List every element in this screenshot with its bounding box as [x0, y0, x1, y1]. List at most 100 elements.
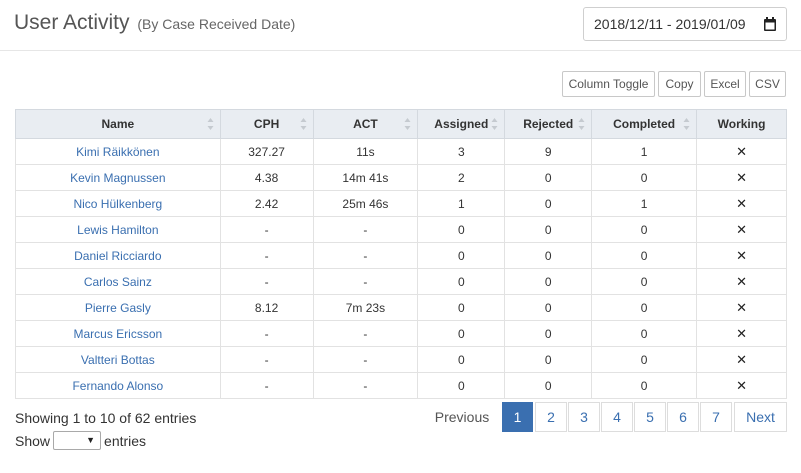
cph-cell: - [219, 372, 314, 399]
page-button-2[interactable]: 2 [535, 402, 567, 432]
cph-cell: 8.12 [219, 294, 314, 321]
completed-cell: 0 [591, 346, 698, 373]
not-working-icon: ✕ [696, 294, 787, 321]
rejected-cell: 0 [504, 320, 593, 347]
column-header-name[interactable]: Name [15, 109, 221, 139]
sort-icon [300, 118, 307, 130]
previous-button[interactable]: Previous [430, 402, 494, 432]
cph-cell: - [219, 216, 314, 243]
completed-cell: 1 [591, 190, 698, 217]
completed-cell: 1 [591, 138, 698, 165]
sort-icon [683, 118, 690, 130]
assigned-cell: 1 [417, 190, 506, 217]
not-working-icon: ✕ [696, 164, 787, 191]
completed-cell: 0 [591, 164, 698, 191]
page-header: User Activity (By Case Received Date) 20… [0, 0, 801, 51]
chevron-down-icon: ▼ [86, 435, 96, 445]
not-working-icon: ✕ [696, 268, 787, 295]
act-cell: 25m 46s [312, 190, 419, 217]
table-row: Kevin Magnussen 4.38 14m 41s 2 0 0 ✕ [15, 164, 787, 191]
cph-cell: 4.38 [219, 164, 314, 191]
sort-icon [207, 118, 214, 130]
column-header-act[interactable]: ACT [312, 109, 419, 139]
excel-button[interactable]: Excel [704, 71, 746, 97]
table-row: Valtteri Bottas - - 0 0 0 ✕ [15, 346, 787, 373]
cph-cell: - [219, 346, 314, 373]
assigned-cell: 0 [417, 294, 506, 321]
entries-label: entries [104, 432, 147, 449]
table-row: Lewis Hamilton - - 0 0 0 ✕ [15, 216, 787, 243]
date-range-value: 2018/12/11 - 2019/01/09 [594, 16, 746, 32]
user-name-link[interactable]: Kevin Magnussen [15, 164, 221, 191]
act-cell: - [312, 268, 419, 295]
user-name-link[interactable]: Marcus Ericsson [15, 320, 221, 347]
completed-cell: 0 [591, 320, 698, 347]
user-name-link[interactable]: Daniel Ricciardo [15, 242, 221, 269]
copy-button[interactable]: Copy [658, 71, 701, 97]
completed-cell: 0 [591, 372, 698, 399]
completed-cell: 0 [591, 268, 698, 295]
page-button-7[interactable]: 7 [700, 402, 732, 432]
user-name-link[interactable]: Fernando Alonso [15, 372, 221, 399]
column-header-assigned[interactable]: Assigned [417, 109, 506, 139]
not-working-icon: ✕ [696, 242, 787, 269]
page-button-6[interactable]: 6 [667, 402, 699, 432]
page-button-5[interactable]: 5 [634, 402, 666, 432]
column-header-rejected[interactable]: Rejected [504, 109, 593, 139]
act-cell: - [312, 372, 419, 399]
cph-cell: - [219, 320, 314, 347]
csv-button[interactable]: CSV [749, 71, 786, 97]
rejected-cell: 0 [504, 268, 593, 295]
completed-cell: 0 [591, 242, 698, 269]
table-row: Pierre Gasly 8.12 7m 23s 0 0 0 ✕ [15, 294, 787, 321]
sort-icon [578, 118, 585, 130]
user-name-link[interactable]: Nico Hülkenberg [15, 190, 221, 217]
column-header-working[interactable]: Working [696, 109, 787, 139]
date-range-picker[interactable]: 2018/12/11 - 2019/01/09 [583, 7, 787, 41]
next-button[interactable]: Next [734, 402, 787, 432]
cph-cell: 327.27 [219, 138, 314, 165]
not-working-icon: ✕ [696, 372, 787, 399]
cph-cell: - [219, 268, 314, 295]
user-name-link[interactable]: Kimi Räikkönen [15, 138, 221, 165]
assigned-cell: 3 [417, 138, 506, 165]
rejected-cell: 0 [504, 346, 593, 373]
assigned-cell: 0 [417, 346, 506, 373]
page-button-1[interactable]: 1 [502, 402, 533, 432]
cph-cell: 2.42 [219, 190, 314, 217]
user-name-link[interactable]: Pierre Gasly [15, 294, 221, 321]
rejected-cell: 0 [504, 164, 593, 191]
rejected-cell: 0 [504, 372, 593, 399]
table-row: Fernando Alonso - - 0 0 0 ✕ [15, 372, 787, 399]
rejected-cell: 0 [504, 190, 593, 217]
completed-cell: 0 [591, 216, 698, 243]
act-cell: - [312, 346, 419, 373]
not-working-icon: ✕ [696, 346, 787, 373]
page-size-select[interactable]: ▼ [53, 431, 102, 450]
not-working-icon: ✕ [696, 138, 787, 165]
user-name-link[interactable]: Lewis Hamilton [15, 216, 221, 243]
sort-icon [491, 118, 498, 130]
assigned-cell: 0 [417, 268, 506, 295]
act-cell: - [312, 216, 419, 243]
table-row: Carlos Sainz - - 0 0 0 ✕ [15, 268, 787, 295]
column-header-completed[interactable]: Completed [591, 109, 698, 139]
table-header-row: Name CPH ACT Assigned Rejected Completed… [15, 109, 787, 139]
user-activity-table: Name CPH ACT Assigned Rejected Completed… [15, 109, 787, 399]
table-row: Daniel Ricciardo - - 0 0 0 ✕ [15, 242, 787, 269]
user-name-link[interactable]: Carlos Sainz [15, 268, 221, 295]
column-header-cph[interactable]: CPH [219, 109, 314, 139]
completed-cell: 0 [591, 294, 698, 321]
page-button-4[interactable]: 4 [601, 402, 633, 432]
page-subtitle: (By Case Received Date) [137, 16, 296, 32]
not-working-icon: ✕ [696, 320, 787, 347]
sort-icon [404, 118, 411, 130]
act-cell: 7m 23s [312, 294, 419, 321]
not-working-icon: ✕ [696, 216, 787, 243]
act-cell: 11s [312, 138, 419, 165]
act-cell: - [312, 242, 419, 269]
user-name-link[interactable]: Valtteri Bottas [15, 346, 221, 373]
column-toggle-button[interactable]: Column Toggle [562, 71, 655, 97]
assigned-cell: 0 [417, 320, 506, 347]
page-button-3[interactable]: 3 [568, 402, 600, 432]
